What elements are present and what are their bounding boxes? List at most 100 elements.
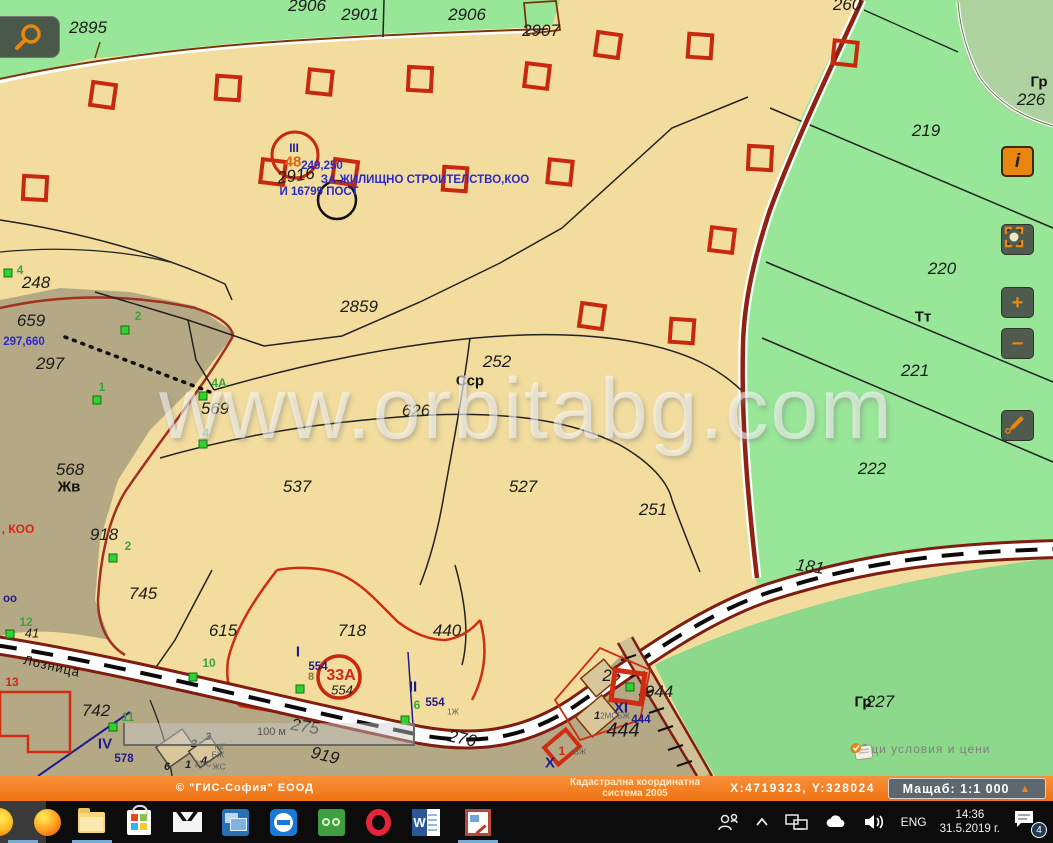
green-app-icon bbox=[318, 809, 345, 836]
coordinate-system-text: Кадастрална координатна система 2005 bbox=[540, 777, 730, 799]
map-label: 1 bbox=[594, 710, 600, 722]
taskbar-clock[interactable]: 14:36 31.5.2019 г. bbox=[940, 808, 1000, 836]
photo-app-icon bbox=[465, 809, 491, 836]
map-label: 13 bbox=[5, 675, 18, 689]
pan-icon bbox=[1002, 225, 1026, 249]
map-label: БЖ bbox=[574, 748, 587, 757]
network-icon[interactable] bbox=[784, 811, 810, 833]
taskbar-opera[interactable] bbox=[355, 801, 401, 843]
map-label: ЗА ЖИЛИЩНО СТРОИТЕЛСТВО,КОО bbox=[321, 174, 530, 186]
map-scale-label: Мащаб: 1:1 000 bbox=[903, 782, 1010, 796]
cursor-coordinates: X:4719323, Y:328024 bbox=[715, 781, 890, 795]
map-label: 2 bbox=[125, 539, 132, 553]
terms-link[interactable]: Общи условия и цени bbox=[850, 742, 990, 756]
language-indicator[interactable]: ENG bbox=[901, 815, 927, 829]
info-button[interactable]: i bbox=[1001, 146, 1034, 177]
taskbar-system-app[interactable] bbox=[212, 801, 258, 843]
zoom-in-icon: + bbox=[1012, 293, 1024, 313]
map-scale-widget[interactable]: Мащаб: 1:1 000 ▲ bbox=[888, 778, 1046, 799]
map-label: 297,660 bbox=[3, 336, 45, 348]
onedrive-cloud-icon[interactable] bbox=[823, 812, 849, 832]
map-label: 440 bbox=[433, 621, 461, 641]
taskbar-photo-app[interactable] bbox=[455, 801, 501, 843]
building-marker bbox=[686, 32, 715, 61]
map-label: 718 bbox=[338, 621, 366, 641]
map-label: 554 bbox=[425, 697, 444, 709]
building-marker bbox=[746, 144, 774, 172]
map-label: И 16799 ПОСТ bbox=[280, 186, 359, 198]
opera-icon bbox=[366, 809, 391, 836]
map-label: 2859 bbox=[340, 297, 378, 317]
notification-center[interactable]: 4 bbox=[1013, 809, 1043, 835]
taskbar-store[interactable] bbox=[116, 801, 162, 843]
taskbar-firefox[interactable] bbox=[24, 801, 70, 843]
map-label: 11 bbox=[122, 710, 135, 724]
map-label: 2 bbox=[135, 309, 142, 323]
map-label: 2895 bbox=[69, 18, 107, 38]
map-label: 742 bbox=[82, 701, 110, 721]
map-label: 659 bbox=[17, 311, 45, 331]
taskbar-mail[interactable] bbox=[164, 801, 210, 843]
volume-icon[interactable] bbox=[862, 812, 888, 832]
map-label: 1 bbox=[559, 744, 566, 758]
point-marker bbox=[6, 630, 15, 639]
mail-icon bbox=[173, 812, 202, 832]
status-bar: © "ГИС-София" ЕООД Кадастрална координат… bbox=[0, 776, 1053, 801]
map-label: оо bbox=[3, 593, 17, 605]
map-label: ЖС bbox=[212, 763, 225, 772]
building-marker bbox=[593, 30, 623, 60]
map-label: , КОО bbox=[2, 522, 35, 536]
zoom-out-button[interactable]: − bbox=[1001, 328, 1034, 359]
windows-taskbar: ENG 14:36 31.5.2019 г. 4 bbox=[0, 801, 1053, 843]
point-marker bbox=[121, 326, 130, 335]
tray-date: 31.5.2019 г. bbox=[940, 822, 1000, 836]
map-label: 6 bbox=[164, 761, 170, 773]
point-marker bbox=[4, 269, 13, 278]
building-marker bbox=[707, 225, 737, 255]
teamviewer-icon bbox=[270, 809, 297, 836]
map-label: 10 bbox=[202, 656, 215, 670]
taskbar-teamviewer[interactable] bbox=[260, 801, 306, 843]
pan-button[interactable] bbox=[1001, 224, 1034, 255]
building-marker bbox=[406, 65, 434, 93]
map-label: 444 bbox=[606, 720, 639, 743]
map-label: Гр bbox=[1030, 74, 1047, 91]
taskbar-green-app[interactable] bbox=[308, 801, 354, 843]
map-label: 2906 bbox=[448, 5, 486, 25]
map-label: 527 bbox=[509, 477, 537, 497]
map-label: 615 bbox=[209, 621, 237, 641]
watermark: www.orbitabg.com bbox=[0, 360, 1053, 459]
map-label: 554 bbox=[331, 683, 353, 698]
scale-expand-icon: ▲ bbox=[1020, 783, 1032, 795]
map-label: 1 bbox=[185, 759, 191, 771]
folder-icon bbox=[78, 812, 105, 833]
map-label: Тт bbox=[915, 309, 932, 326]
point-marker bbox=[626, 683, 635, 692]
map-scale-bar: 100 м bbox=[123, 723, 415, 746]
system-tray: ENG 14:36 31.5.2019 г. 4 bbox=[716, 801, 1053, 843]
zoom-out-icon: − bbox=[1012, 334, 1024, 354]
people-icon[interactable] bbox=[716, 811, 740, 833]
map-canvas[interactable]: 28952906290129062907260Гр226219220Тт2212… bbox=[0, 0, 1053, 776]
info-icon: i bbox=[1015, 152, 1020, 171]
zoom-in-button[interactable]: + bbox=[1001, 287, 1034, 318]
map-scale-bar-label: 100 м bbox=[257, 726, 286, 738]
map-label: 249,250 bbox=[301, 160, 343, 172]
map-label: 944 bbox=[645, 682, 673, 702]
tray-time: 14:36 bbox=[940, 808, 1000, 822]
chevron-up-icon[interactable] bbox=[753, 813, 771, 831]
building-marker bbox=[668, 317, 697, 346]
point-marker bbox=[109, 554, 118, 563]
pen-icon bbox=[1002, 411, 1026, 435]
map-label: 1Ж bbox=[447, 708, 459, 717]
taskbar-file-explorer[interactable] bbox=[68, 801, 114, 843]
map-label: 2МС bbox=[195, 760, 212, 769]
magnifier-button[interactable] bbox=[0, 16, 60, 58]
taskbar-word[interactable] bbox=[403, 801, 449, 843]
map-label: IV bbox=[98, 736, 112, 753]
point-marker bbox=[109, 723, 118, 732]
edit-button[interactable] bbox=[1001, 410, 1034, 441]
building-marker bbox=[305, 67, 335, 97]
point-marker bbox=[296, 685, 305, 694]
map-label: Жв bbox=[58, 479, 81, 496]
